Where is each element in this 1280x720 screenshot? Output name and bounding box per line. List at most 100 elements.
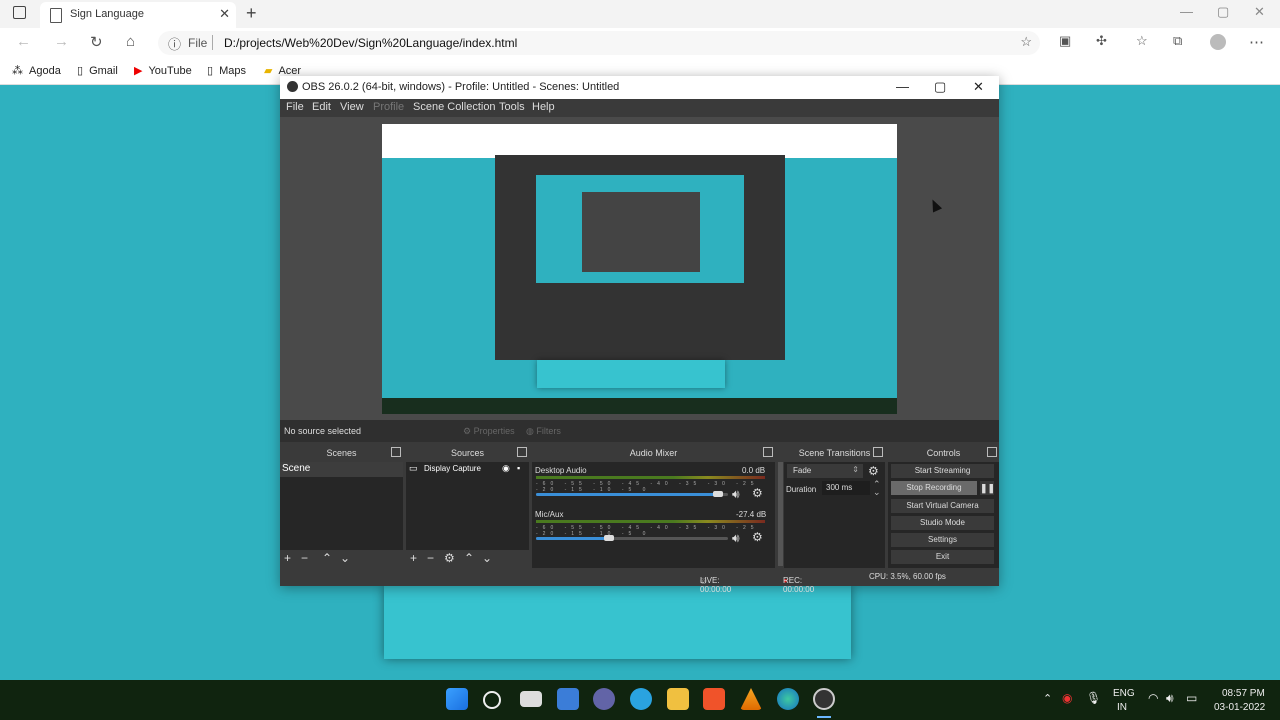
back-icon[interactable]: ← <box>16 33 31 50</box>
exit-button[interactable]: Exit <box>891 550 994 564</box>
bookmark-maps[interactable]: ▯ Maps <box>207 64 246 77</box>
microphone-icon[interactable]: 🎙︎ <box>1086 691 1101 705</box>
properties-button[interactable]: ⚙ Properties <box>463 426 515 437</box>
home-icon[interactable]: ⌂ <box>126 33 135 50</box>
vlc-icon[interactable] <box>740 688 762 710</box>
brave-icon[interactable] <box>703 688 725 710</box>
mic-aux-slider[interactable] <box>536 537 609 540</box>
teams-chat-icon[interactable] <box>593 688 615 710</box>
collections-icon[interactable]: ⧉ <box>1173 33 1182 49</box>
stop-recording-button[interactable]: Stop Recording <box>891 481 977 495</box>
desktop-audio-slider[interactable] <box>536 493 718 496</box>
profile-avatar[interactable] <box>1210 34 1226 50</box>
obs-close-icon[interactable]: ✕ <box>973 79 984 95</box>
task-view-icon[interactable] <box>520 691 542 707</box>
maximize-icon[interactable]: ▢ <box>1217 4 1229 20</box>
undock-icon[interactable] <box>763 447 773 457</box>
more-icon[interactable]: ⋯ <box>1249 33 1264 51</box>
undock-icon[interactable] <box>517 447 527 457</box>
gear-icon[interactable]: ⚙ <box>752 486 763 500</box>
gear-icon[interactable]: ⚙ <box>868 464 879 478</box>
remove-icon[interactable]: − <box>427 551 434 565</box>
puzzle-icon[interactable]: ✣ <box>1096 33 1107 49</box>
tab-actions-icon[interactable] <box>13 6 26 19</box>
volume-icon[interactable]: 🔊︎ <box>1166 691 1174 706</box>
browser-tab[interactable]: Sign Language ✕ <box>40 2 236 28</box>
start-streaming-button[interactable]: Start Streaming <box>891 464 994 478</box>
url-text[interactable]: D:/projects/Web%20Dev/Sign%20Language/in… <box>224 36 517 50</box>
forward-icon[interactable]: → <box>54 33 69 50</box>
move-up-icon[interactable]: ⌃ <box>322 551 332 565</box>
duration-stepper-icon[interactable]: ⌃ ⌄ <box>873 480 881 497</box>
mic-aux-knob[interactable] <box>604 535 614 541</box>
scenes-dock: Scenes Scene + − ⌃ ⌄ <box>280 444 403 568</box>
new-tab-button[interactable]: + <box>246 3 257 24</box>
settings-button[interactable]: Settings <box>891 533 994 547</box>
gear-icon[interactable]: ⚙ <box>444 551 455 565</box>
search-icon[interactable] <box>483 691 501 709</box>
clock-time[interactable]: 08:57 PM <box>1222 688 1265 699</box>
recording-tray-icon[interactable]: ◉ <box>1062 691 1072 705</box>
move-down-icon[interactable]: ⌄ <box>482 551 492 565</box>
transition-select[interactable]: Fade ⇕ <box>787 464 863 478</box>
menu-view[interactable]: View <box>340 101 364 113</box>
move-down-icon[interactable]: ⌄ <box>340 551 350 565</box>
language-indicator[interactable]: ENG <box>1113 688 1135 699</box>
studio-mode-button[interactable]: Studio Mode <box>891 516 994 530</box>
undock-icon[interactable] <box>873 447 883 457</box>
menu-file[interactable]: File <box>286 101 304 113</box>
bookmark-gmail[interactable]: ▯ Gmail <box>77 64 118 77</box>
bookmark-youtube[interactable]: ▶ YouTube <box>134 64 192 77</box>
obs-maximize-icon[interactable]: ▢ <box>934 79 946 95</box>
tab-close-button[interactable]: ✕ <box>219 6 230 22</box>
address-bar[interactable]: ⓘ File D:/projects/Web%20Dev/Sign%20Lang… <box>158 31 1040 55</box>
duration-input[interactable]: 300 ms <box>822 481 870 495</box>
start-virtual-camera-button[interactable]: Start Virtual Camera <box>891 499 994 513</box>
widgets-icon[interactable] <box>557 688 579 710</box>
obs-minimize-icon[interactable]: — <box>896 79 909 94</box>
add-favorite-icon[interactable]: ☆ <box>1020 34 1032 50</box>
telegram-icon[interactable] <box>630 688 652 710</box>
speaker-icon[interactable]: 🔊︎ <box>732 487 740 502</box>
menu-scene-collection[interactable]: Scene Collection <box>413 101 496 113</box>
minimize-icon[interactable]: — <box>1180 4 1193 19</box>
move-up-icon[interactable]: ⌃ <box>464 551 474 565</box>
add-icon[interactable]: + <box>410 551 417 565</box>
menu-profile[interactable]: Profile <box>373 101 404 113</box>
info-icon[interactable]: ⓘ <box>168 34 181 53</box>
battery-icon[interactable]: ▭ <box>1186 691 1197 705</box>
scene-item[interactable]: Scene <box>280 462 403 477</box>
clock-date[interactable]: 03-01-2022 <box>1214 702 1265 713</box>
sources-header: Sources <box>406 444 529 462</box>
obs-taskbar-icon[interactable] <box>813 688 835 710</box>
menu-tools[interactable]: Tools <box>499 101 525 113</box>
bookmark-agoda[interactable]: ⁂ Agoda <box>12 64 61 77</box>
tray-chevron-icon[interactable]: ⌃ <box>1043 692 1052 705</box>
start-icon[interactable] <box>446 688 468 710</box>
speaker-icon[interactable]: 🔊︎ <box>732 531 740 546</box>
no-source-label: No source selected <box>284 426 362 436</box>
desktop-audio-knob[interactable] <box>713 491 723 497</box>
extension-icon[interactable]: ▣ <box>1059 33 1071 49</box>
gear-icon[interactable]: ⚙ <box>752 530 763 544</box>
lock-icon[interactable]: ▪ <box>517 463 520 473</box>
undock-icon[interactable] <box>987 447 997 457</box>
add-icon[interactable]: + <box>284 551 291 565</box>
refresh-icon[interactable]: ↻ <box>90 33 103 51</box>
source-item[interactable]: ▭ Display Capture ◉ ▪ <box>406 462 529 477</box>
favorites-icon[interactable]: ☆ <box>1136 33 1148 49</box>
file-explorer-icon[interactable] <box>667 688 689 710</box>
pause-icon[interactable]: ❚❚ <box>980 481 995 495</box>
filters-button[interactable]: ◍ Filters <box>526 426 561 437</box>
wifi-icon[interactable]: ◠ <box>1148 691 1158 705</box>
remove-icon[interactable]: − <box>301 551 308 565</box>
menu-edit[interactable]: Edit <box>312 101 331 113</box>
obs-preview[interactable] <box>280 117 999 420</box>
eye-icon[interactable]: ◉ <box>502 463 510 474</box>
source-toolbar: No source selected ⚙ Properties ◍ Filter… <box>280 420 999 442</box>
mixer-scrollbar[interactable] <box>778 462 783 566</box>
close-icon[interactable]: ✕ <box>1254 4 1265 20</box>
edge-icon[interactable] <box>777 688 799 710</box>
undock-icon[interactable] <box>391 447 401 457</box>
menu-help[interactable]: Help <box>532 101 555 113</box>
